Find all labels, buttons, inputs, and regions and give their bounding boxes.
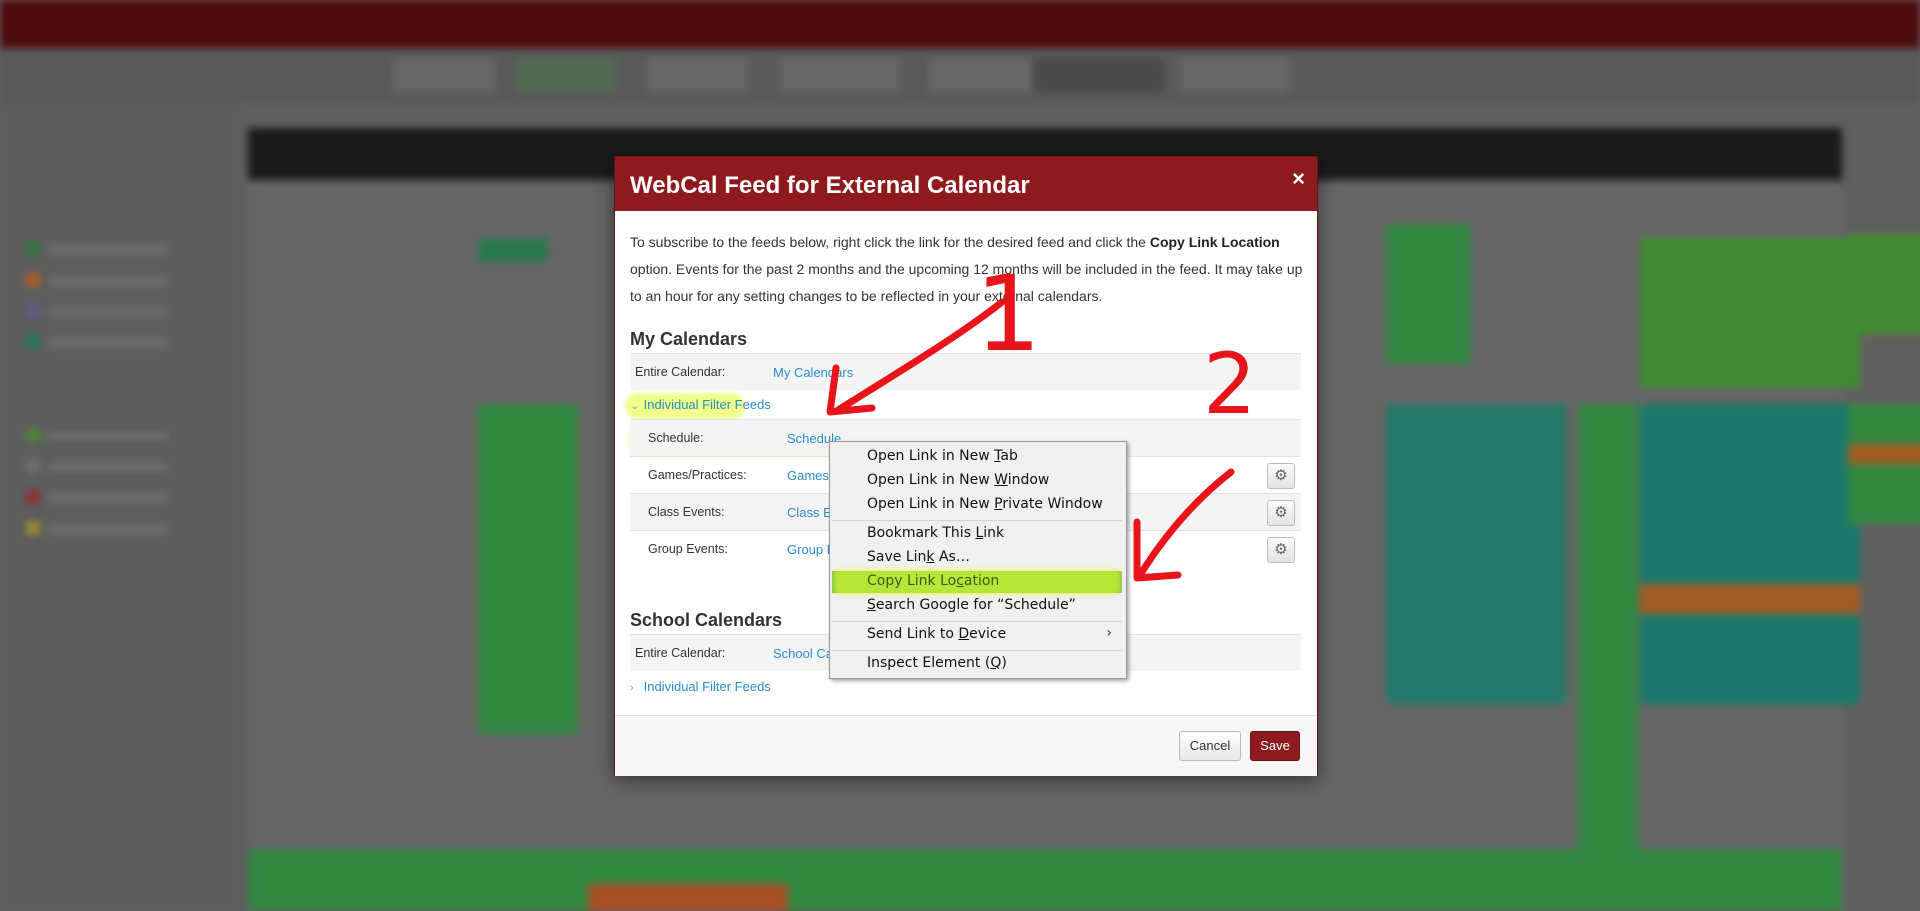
menu-item-save-link-as[interactable]: Save Link As…	[867, 549, 970, 565]
menu-item-open-new-window[interactable]: Open Link in New Window	[867, 472, 1049, 488]
menu-accelerator: c	[956, 573, 964, 589]
row-label: Group Events:	[648, 542, 728, 556]
row-label: Schedule:	[648, 431, 704, 445]
gear-icon[interactable]: ⚙	[1267, 537, 1295, 563]
menu-item-open-new-tab[interactable]: Open Link in New Tab	[867, 448, 1018, 464]
menu-text: Open Link in New	[867, 472, 995, 488]
instructions-part: To subscribe to the feeds below, right c…	[630, 234, 1150, 250]
my-calendars-feed-link[interactable]: My Calendars	[773, 365, 853, 380]
menu-accelerator: S	[867, 597, 876, 613]
menu-text: rivate Window	[1002, 496, 1103, 512]
row-label: Entire Calendar:	[635, 365, 726, 379]
menu-accelerator: W	[994, 472, 1008, 488]
menu-text: Send Link to	[867, 626, 959, 642]
dialog-title: WebCal Feed for External Calendar	[630, 172, 1030, 199]
menu-separator	[832, 650, 1122, 651]
instructions-bold: Copy Link Location	[1149, 234, 1280, 250]
chevron-right-icon: ›	[1106, 625, 1112, 641]
dialog-footer: Cancel Save	[615, 715, 1317, 776]
chevron-right-icon: ›	[630, 682, 634, 694]
school-calendars-title: School Calendars	[630, 610, 783, 630]
menu-text: earch Google for “Schedule”	[875, 597, 1076, 613]
entire-calendar-row: Entire Calendar: My Calendars	[630, 353, 1301, 390]
menu-text: ink	[983, 525, 1005, 541]
menu-text: Copy Link Lo	[867, 573, 957, 589]
menu-accelerator: k	[926, 549, 935, 565]
menu-text: ab	[1000, 448, 1018, 464]
menu-separator	[832, 520, 1122, 521]
menu-separator	[832, 621, 1122, 622]
row-label: Class Events:	[648, 505, 725, 519]
close-icon[interactable]: ×	[1292, 166, 1305, 192]
cancel-button[interactable]: Cancel	[1179, 731, 1241, 761]
instructions-part: option. Events for the past 2 months and…	[630, 261, 1303, 304]
menu-item-send-link-to-device[interactable]: Send Link to Device	[867, 626, 1006, 642]
gear-icon[interactable]: ⚙	[1267, 500, 1295, 526]
menu-item-copy-link-location[interactable]: Copy Link Location	[867, 573, 999, 589]
menu-text: Open Link in New	[867, 496, 995, 512]
instructions-text: To subscribe to the feeds below, right c…	[630, 229, 1306, 310]
menu-text: As…	[934, 549, 970, 565]
menu-text: )	[1001, 655, 1007, 671]
menu-text: ation	[963, 573, 1000, 589]
menu-text: Save Lin	[867, 549, 927, 565]
menu-item-search-google[interactable]: Search Google for “Schedule”	[867, 597, 1076, 613]
row-label: Entire Calendar:	[635, 646, 726, 660]
menu-text: indow	[1007, 472, 1050, 488]
menu-text: Inspect Element (	[867, 655, 991, 671]
save-button[interactable]: Save	[1250, 731, 1300, 761]
gear-icon[interactable]: ⚙	[1267, 463, 1295, 489]
menu-item-open-private-window[interactable]: Open Link in New Private Window	[867, 496, 1103, 512]
individual-filter-feeds-toggle[interactable]: ⌄ Individual Filter Feeds	[630, 397, 771, 412]
row-label: Games/Practices:	[648, 468, 747, 482]
menu-item-inspect-element[interactable]: Inspect Element (Q)	[867, 655, 1007, 671]
menu-text: Bookmark This	[867, 525, 976, 541]
menu-text: evice	[969, 626, 1007, 642]
my-calendars-title: My Calendars	[630, 329, 748, 349]
menu-item-bookmark-link[interactable]: Bookmark This Link	[867, 525, 1004, 541]
menu-text: Open Link in New	[867, 448, 995, 464]
toggle-label: Individual Filter Feeds	[643, 679, 771, 694]
dialog-header: WebCal Feed for External Calendar ×	[615, 157, 1317, 211]
chevron-down-icon: ⌄	[630, 400, 640, 412]
toggle-label: Individual Filter Feeds	[643, 397, 771, 412]
school-filter-feeds-toggle[interactable]: › Individual Filter Feeds	[630, 679, 771, 694]
context-menu: Open Link in New Tab Open Link in New Wi…	[829, 441, 1127, 679]
menu-accelerator: D	[958, 626, 970, 642]
menu-accelerator: Q	[990, 655, 1002, 671]
